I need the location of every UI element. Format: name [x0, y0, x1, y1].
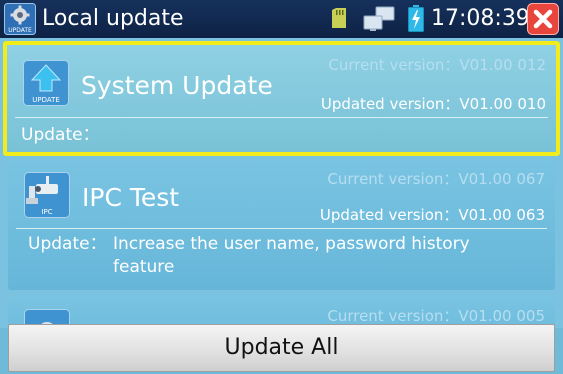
- updated-version: Updated version：V01.00 010: [320, 95, 546, 113]
- current-version: Current version：V01.00 005: [327, 307, 545, 325]
- window-title: Local update: [42, 6, 184, 31]
- network-icon: [363, 6, 395, 31]
- update-description: Increase the user name, password history…: [113, 234, 470, 277]
- battery-charging-icon: [408, 5, 424, 32]
- sd-card-icon: [332, 8, 346, 28]
- app-icon-label: UPDATE: [8, 27, 32, 34]
- update-all-button[interactable]: Update All: [8, 324, 555, 372]
- list-item-ipc-test[interactable]: IPC IPC Test Current version：V01.00 067 …: [8, 158, 555, 290]
- update-app-icon: UPDATE: [4, 3, 36, 35]
- current-version: Current version：V01.00 012: [328, 56, 546, 74]
- ipc-icon-label: IPC: [41, 208, 52, 216]
- update-label: Update：: [21, 125, 100, 145]
- divider: [16, 228, 547, 229]
- title-bar: UPDATE Local update 17:08:39: [0, 0, 563, 38]
- update-list[interactable]: UPDATE System Update Current version：V01…: [0, 38, 563, 328]
- current-version: Current version：V01.00 067: [327, 170, 545, 188]
- update-label: Update：: [28, 234, 107, 254]
- updated-version: Updated version：V01.00 063: [319, 206, 545, 224]
- list-item-system-update[interactable]: UPDATE System Update Current version：V01…: [3, 41, 560, 156]
- close-button[interactable]: [527, 3, 559, 35]
- ipc-camera-icon: IPC: [24, 172, 70, 218]
- clock: 17:08:39: [431, 6, 530, 31]
- divider: [15, 117, 548, 118]
- system-update-icon: UPDATE: [23, 60, 69, 106]
- item-name: System Update: [81, 71, 273, 100]
- item-name: IPC Test: [82, 183, 180, 212]
- system-update-icon-label: UPDATE: [32, 96, 60, 104]
